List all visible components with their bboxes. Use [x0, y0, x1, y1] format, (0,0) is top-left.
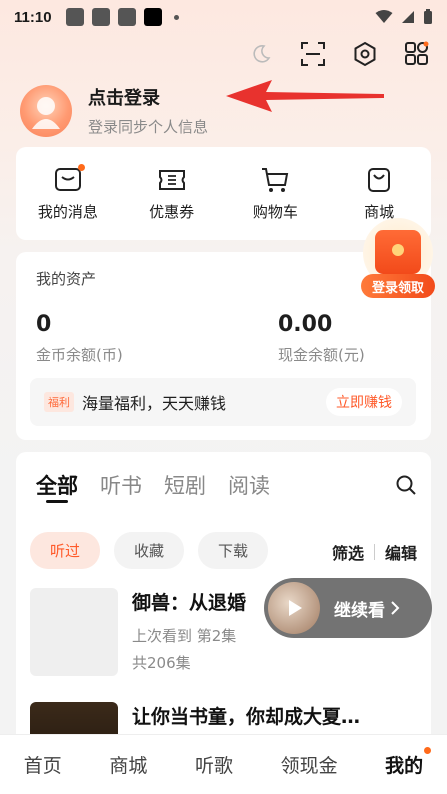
welfare-banner[interactable]: 福利 海量福利，天天赚钱 立即赚钱	[30, 378, 416, 426]
nav-shop[interactable]: 商城	[109, 751, 147, 778]
continue-watching-button[interactable]: 继续看	[264, 578, 432, 638]
search-icon	[396, 475, 416, 495]
notification-icon	[117, 8, 136, 26]
grid-apps-icon	[405, 41, 429, 65]
notification-dot	[424, 747, 432, 754]
chevron-right-icon	[391, 601, 400, 615]
cash-balance-label: 现金余额(元)	[278, 346, 365, 364]
book-cover[interactable]	[30, 588, 118, 676]
welfare-tag: 福利	[44, 392, 74, 412]
nav-mine-label: 我的	[385, 755, 424, 777]
top-toolbar	[247, 40, 431, 68]
signal-icon	[402, 11, 414, 23]
notification-icon	[143, 8, 162, 26]
quick-action-shop[interactable]: 商城	[334, 165, 424, 222]
pointer-arrow-icon	[226, 80, 384, 112]
status-time: 11:10	[14, 8, 52, 26]
notification-icon	[91, 8, 110, 26]
continue-thumbnail	[268, 582, 320, 634]
book-progress: 上次看到 第2集	[132, 627, 237, 645]
tab-all[interactable]: 全部	[36, 470, 78, 500]
search-button[interactable]	[395, 474, 417, 500]
divider	[373, 544, 375, 560]
filter-actions: 筛选 编辑	[332, 540, 417, 564]
nav-mine[interactable]: 我的	[385, 747, 432, 778]
quick-action-coupons[interactable]: 优惠券	[127, 165, 217, 222]
avatar[interactable]	[20, 84, 72, 137]
notification-icon	[65, 8, 84, 26]
continue-label: 继续看	[334, 600, 385, 621]
scan-icon	[301, 42, 325, 66]
battery-icon	[424, 9, 432, 24]
night-mode-button[interactable]	[247, 40, 275, 68]
content-tabs: 全部 听书 短剧 阅读	[36, 470, 270, 500]
nav-music[interactable]: 听歌	[195, 751, 233, 778]
bottom-navigation: 首页 商城 听歌 领现金 我的	[0, 734, 447, 794]
login-reward-promo[interactable]: 登录领取	[361, 218, 435, 298]
quick-action-messages[interactable]: 我的消息	[23, 164, 113, 222]
coin-balance-value[interactable]: 0	[36, 312, 51, 337]
assets-title: 我的资产	[36, 270, 97, 288]
play-icon	[289, 600, 302, 616]
red-envelope-icon	[375, 230, 421, 274]
active-tab-indicator	[46, 500, 68, 503]
default-avatar-icon	[32, 96, 60, 129]
quick-action-cart[interactable]: 购物车	[230, 165, 320, 222]
more-notifications-icon	[173, 14, 179, 20]
welfare-text: 海量福利，天天赚钱	[82, 394, 227, 413]
tab-audiobooks[interactable]: 听书	[100, 470, 142, 500]
nav-home[interactable]: 首页	[24, 751, 62, 778]
filter-favorites[interactable]: 收藏	[114, 532, 185, 569]
login-title[interactable]: 点击登录	[88, 84, 208, 110]
episode-count: 共206集	[132, 654, 191, 672]
unread-dot	[77, 164, 85, 171]
shop-bag-icon	[368, 168, 391, 192]
coupon-icon	[158, 170, 185, 190]
coin-balance-label: 金币余额(币)	[36, 346, 123, 364]
quick-action-label: 我的消息	[37, 203, 98, 221]
login-entry[interactable]: 点击登录 登录同步个人信息	[20, 84, 208, 137]
settings-button[interactable]	[351, 40, 379, 68]
quick-action-label: 购物车	[252, 203, 298, 221]
moon-icon	[253, 45, 271, 63]
scan-button[interactable]	[299, 40, 327, 68]
history-filters: 听过 收藏 下载	[30, 532, 269, 569]
cash-balance-value[interactable]: 0.00	[278, 312, 332, 337]
edit-button[interactable]: 编辑	[385, 540, 417, 564]
quick-action-label: 优惠券	[149, 203, 195, 221]
login-reward-button[interactable]: 登录领取	[361, 274, 435, 298]
gear-icon	[354, 41, 376, 67]
book-title[interactable]: 御兽：从退婚	[132, 588, 246, 615]
history-item[interactable]: 御兽：从退婚 上次看到 第2集 共206集	[30, 588, 246, 676]
wifi-icon	[375, 10, 393, 23]
cart-icon	[262, 168, 289, 192]
status-bar: 11:10	[0, 0, 447, 34]
filter-downloads[interactable]: 下载	[198, 532, 269, 569]
filter-button[interactable]: 筛选	[332, 540, 364, 564]
earn-now-button[interactable]: 立即赚钱	[326, 388, 402, 416]
tab-reading[interactable]: 阅读	[228, 470, 270, 500]
filter-listened[interactable]: 听过	[30, 532, 101, 569]
book-title[interactable]: 让你当书童，你却成大夏…	[132, 702, 360, 729]
login-subtitle: 登录同步个人信息	[88, 118, 209, 136]
nav-earn-cash[interactable]: 领现金	[281, 751, 338, 778]
more-apps-button[interactable]	[403, 40, 431, 68]
tab-short-dramas[interactable]: 短剧	[164, 470, 206, 500]
